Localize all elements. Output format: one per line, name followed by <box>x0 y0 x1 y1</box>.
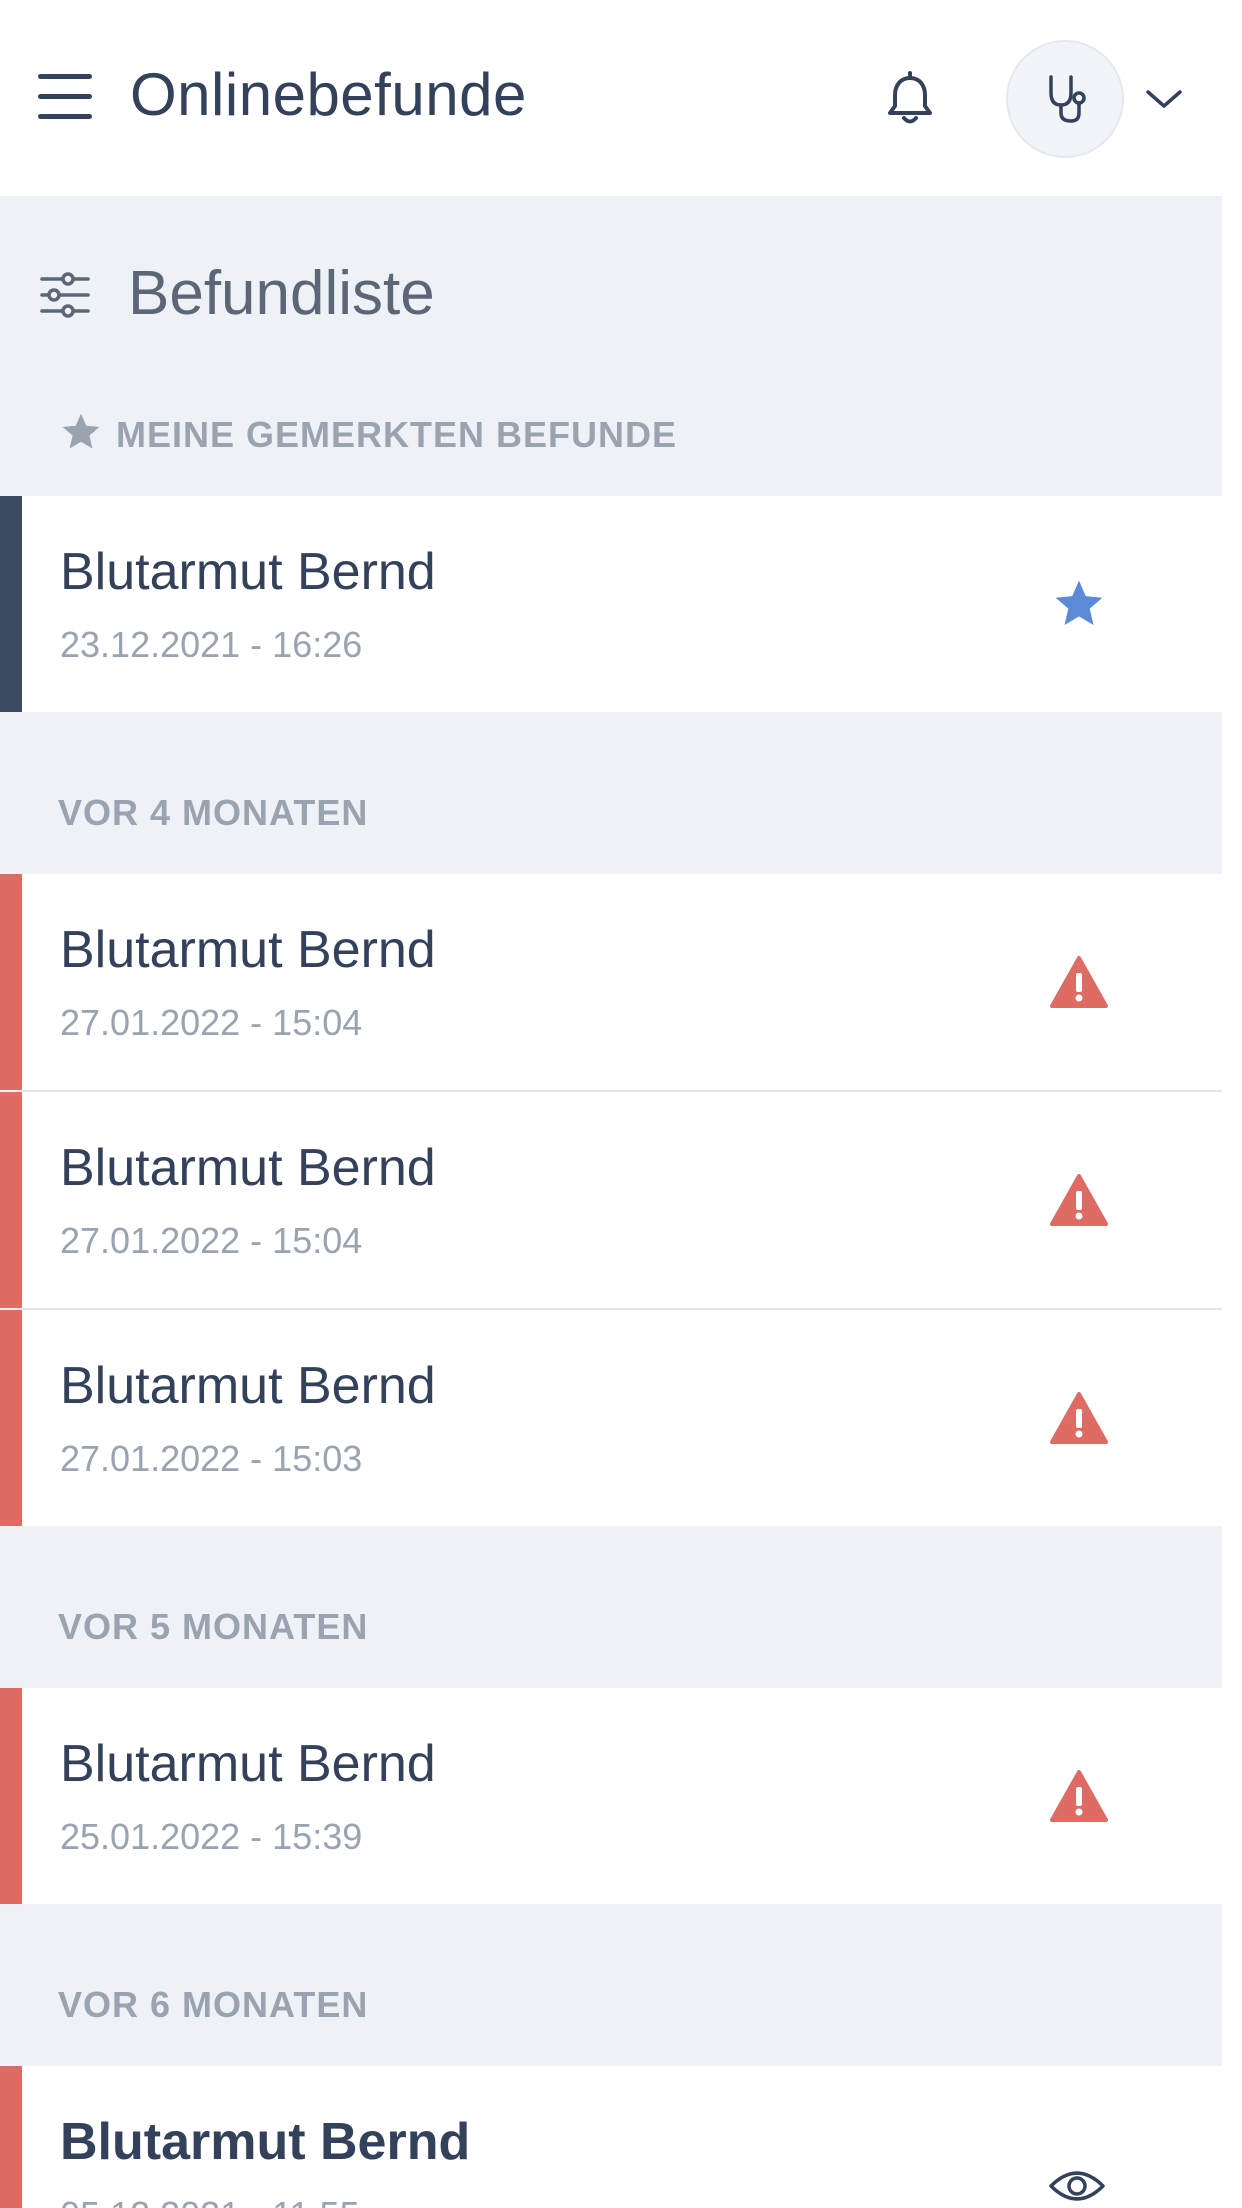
app-root: Onlinebefunde Befundliste MEINE GEMERKTE… <box>0 0 1242 2208</box>
right-edge <box>1222 196 1242 2208</box>
eye-icon[interactable] <box>1048 2166 1106 2206</box>
stethoscope-icon <box>1049 75 1086 123</box>
status-bar <box>0 1092 22 1308</box>
top-bar: Onlinebefunde <box>0 0 1242 196</box>
item-date: 05.12.2021 - 11:55 <box>60 2194 360 2208</box>
warning-icon <box>1050 1392 1108 1444</box>
status-bar <box>0 874 22 1090</box>
item-name: Blutarmut Bernd <box>60 921 436 979</box>
status-bar <box>0 2066 22 2208</box>
status-bar <box>0 496 22 712</box>
item-date: 25.01.2022 - 15:39 <box>60 1816 363 1857</box>
item-date: 27.01.2022 - 15:04 <box>60 1220 363 1261</box>
group-label: VOR 5 MONATEN <box>58 1606 369 1647</box>
group-label: VOR 6 MONATEN <box>58 1984 369 2025</box>
item-name: Blutarmut Bernd <box>60 1735 436 1793</box>
star-icon[interactable] <box>1048 576 1110 632</box>
item-name: Blutarmut Bernd <box>60 1357 436 1415</box>
item-date: 27.01.2022 - 15:04 <box>60 1002 363 1043</box>
hamburger-menu-icon[interactable] <box>38 74 92 120</box>
warning-icon <box>1050 1770 1108 1822</box>
warning-icon <box>1050 956 1108 1008</box>
list-item[interactable]: Blutarmut Bernd 27.01.2022 - 15:04 <box>0 1092 1222 1308</box>
list-item[interactable]: Blutarmut Bernd 25.01.2022 - 15:39 <box>0 1688 1222 1904</box>
item-name: Blutarmut Bernd <box>60 2113 471 2171</box>
list-item[interactable]: Blutarmut Bernd 27.01.2022 - 15:03 <box>0 1310 1222 1526</box>
star-icon <box>62 413 100 449</box>
warning-icon <box>1050 1174 1108 1226</box>
list-item[interactable]: Blutarmut Bernd 27.01.2022 - 15:04 <box>0 874 1222 1090</box>
sliders-icon[interactable] <box>38 270 92 320</box>
group-label-favorites: MEINE GEMERKTEN BEFUNDE <box>116 414 678 455</box>
status-bar <box>0 1688 22 1904</box>
list-item[interactable]: Blutarmut Bernd 05.12.2021 - 11:55 <box>0 2066 1222 2208</box>
item-name: Blutarmut Bernd <box>60 543 436 601</box>
list-item[interactable]: Blutarmut Bernd 23.12.2021 - 16:26 <box>0 496 1222 712</box>
bell-icon[interactable] <box>880 70 940 130</box>
item-date: 27.01.2022 - 15:03 <box>60 1438 363 1479</box>
status-bar <box>0 1310 22 1526</box>
group-label: VOR 4 MONATEN <box>58 792 369 833</box>
app-title: Onlinebefunde <box>130 61 527 128</box>
profile-button[interactable] <box>1006 40 1124 158</box>
page-title: Befundliste <box>128 259 435 328</box>
item-date: 23.12.2021 - 16:26 <box>60 624 363 665</box>
chevron-down-icon[interactable] <box>1142 82 1186 114</box>
item-name: Blutarmut Bernd <box>60 1139 436 1197</box>
